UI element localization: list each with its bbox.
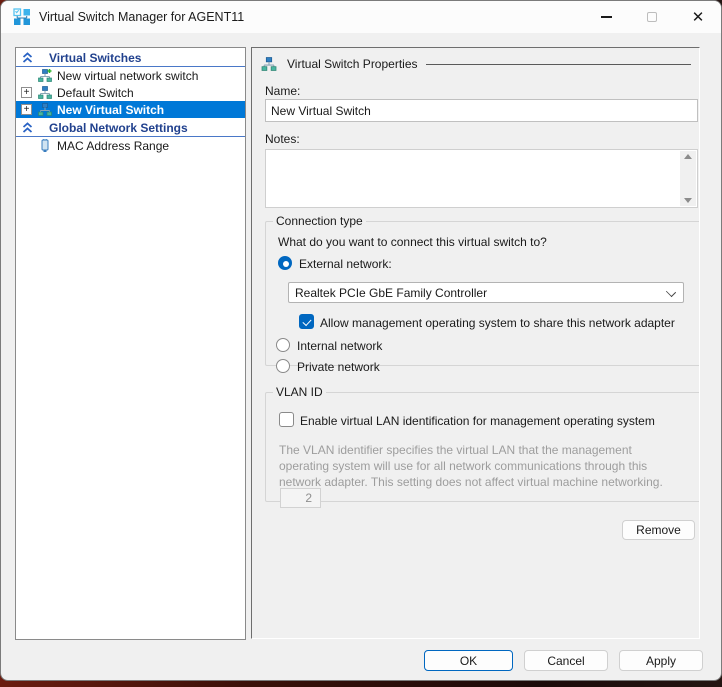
- network-adapter-value: Realtek PCIe GbE Family Controller: [295, 285, 488, 300]
- virtual-switch-icon: [261, 57, 277, 71]
- virtual-switch-manager-window: Virtual Switch Manager for AGENT11 ✕ Vir…: [0, 0, 722, 681]
- name-label: Name:: [265, 84, 301, 98]
- share-adapter-label: Allow management operating system to sha…: [320, 316, 675, 330]
- external-network-label: External network:: [299, 257, 392, 271]
- tree-item-label: New virtual network switch: [57, 68, 199, 83]
- expand-plus-icon[interactable]: +: [21, 104, 32, 115]
- double-chevron-up-icon: [22, 121, 33, 133]
- share-adapter-checkbox[interactable]: [299, 314, 314, 329]
- connection-type-group: Connection type What do you want to conn…: [265, 214, 699, 374]
- maximize-button: [629, 1, 675, 33]
- minimize-button[interactable]: [583, 1, 629, 33]
- tree-item-label: New Virtual Switch: [57, 102, 165, 117]
- tree-item-label: MAC Address Range: [57, 138, 170, 153]
- tree-item-new-virtual-network-switch[interactable]: New virtual network switch: [16, 67, 245, 84]
- remove-button[interactable]: Remove: [622, 520, 695, 540]
- tree-item-new-virtual-switch[interactable]: + New Virtual Switch: [16, 101, 245, 118]
- window-title: Virtual Switch Manager for AGENT11: [39, 10, 245, 24]
- expand-plus-icon[interactable]: +: [21, 87, 32, 98]
- tree-item-mac-address-range[interactable]: MAC Address Range: [16, 137, 245, 154]
- notes-textarea[interactable]: [265, 149, 698, 208]
- titlebar: Virtual Switch Manager for AGENT11 ✕: [1, 1, 721, 33]
- tree-header-label: Global Network Settings: [49, 120, 188, 135]
- virtual-switch-icon: [38, 103, 52, 116]
- tree-header-global-network-settings[interactable]: Global Network Settings: [16, 120, 245, 137]
- section-rule: [425, 63, 691, 65]
- double-chevron-up-icon: [22, 51, 33, 63]
- private-network-label: Private network: [297, 360, 380, 374]
- network-adapter-dropdown[interactable]: Realtek PCIe GbE Family Controller: [288, 282, 684, 303]
- switch-name-input[interactable]: [265, 99, 698, 122]
- section-title: Virtual Switch Properties: [287, 57, 418, 71]
- private-network-radio[interactable]: [276, 359, 290, 373]
- mac-address-icon: [41, 139, 49, 152]
- scroll-down-icon[interactable]: [684, 198, 692, 203]
- external-network-radio[interactable]: [278, 256, 292, 270]
- cancel-button[interactable]: Cancel: [524, 650, 608, 671]
- virtual-switch-icon: [38, 86, 52, 99]
- connection-question: What do you want to connect this virtual…: [278, 235, 547, 249]
- tree-item-label: Default Switch: [57, 85, 134, 100]
- app-icon: [13, 8, 30, 25]
- tree-item-default-switch[interactable]: + Default Switch: [16, 84, 245, 101]
- notes-scrollbar[interactable]: [680, 151, 696, 206]
- tree-header-virtual-switches[interactable]: Virtual Switches: [16, 50, 245, 67]
- close-icon: ✕: [691, 8, 705, 26]
- chevron-down-icon: [665, 286, 677, 298]
- connection-type-legend: Connection type: [276, 214, 363, 228]
- new-virtual-switch-icon: [38, 69, 52, 82]
- vlan-description: The VLAN identifier specifies the virtua…: [279, 443, 663, 489]
- maximize-icon: [647, 12, 657, 22]
- enable-vlan-checkbox[interactable]: [279, 412, 294, 427]
- minimize-icon: [600, 16, 612, 18]
- internal-network-label: Internal network: [297, 339, 383, 353]
- properties-pane: Virtual Switch Properties Name: Notes: C…: [251, 47, 700, 639]
- close-button[interactable]: ✕: [675, 1, 721, 33]
- tree-header-label: Virtual Switches: [49, 50, 142, 65]
- notes-label: Notes:: [265, 132, 300, 146]
- ok-button[interactable]: OK: [424, 650, 513, 671]
- switch-tree-panel: Virtual Switches New virtual network swi…: [15, 47, 246, 640]
- apply-button[interactable]: Apply: [619, 650, 703, 671]
- scroll-up-icon[interactable]: [684, 154, 692, 159]
- vlan-id-legend: VLAN ID: [276, 385, 323, 399]
- vlan-id-input: [280, 488, 321, 508]
- vlan-id-group: VLAN ID Enable virtual LAN identificatio…: [265, 385, 699, 508]
- enable-vlan-label: Enable virtual LAN identification for ma…: [300, 414, 655, 428]
- internal-network-radio[interactable]: [276, 338, 290, 352]
